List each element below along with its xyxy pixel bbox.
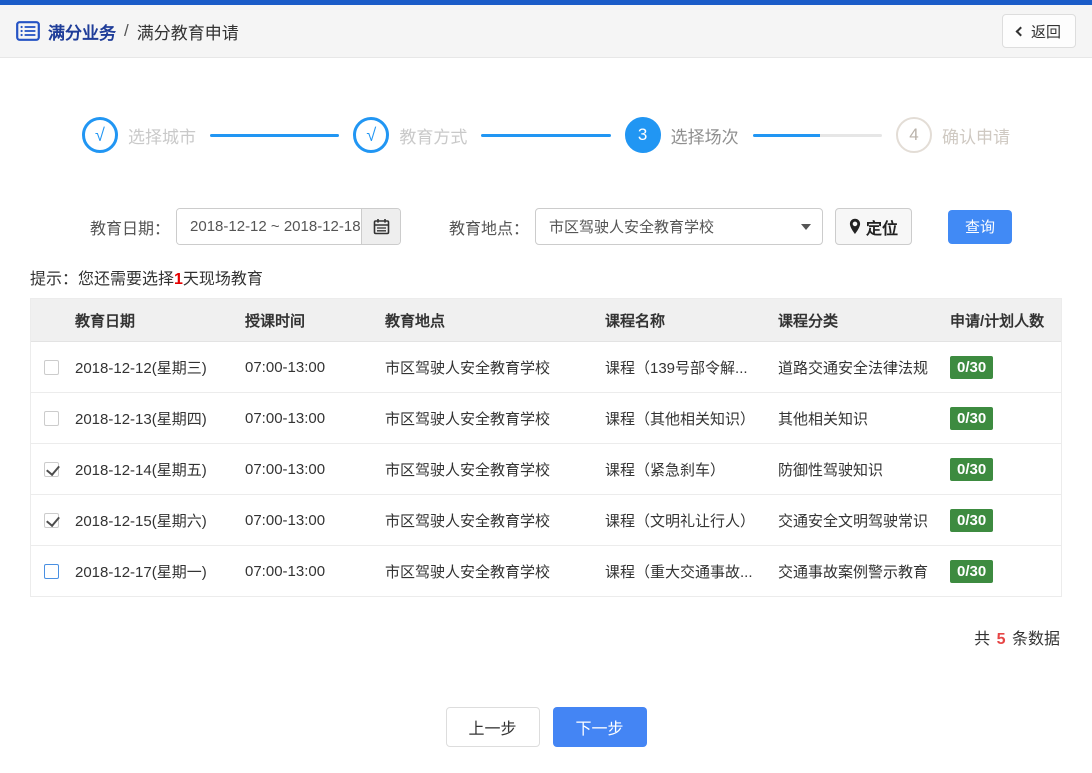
quota-badge: 0/30 <box>950 355 994 379</box>
cell-date: 2018-12-12(星期三) <box>75 359 207 377</box>
location-select[interactable]: 市区驾驶人安全教育学校 <box>535 208 824 245</box>
cell-category: 道路交通安全法律法规 <box>778 359 929 377</box>
next-step-button[interactable]: 下一步 <box>552 707 647 747</box>
breadcrumb: 满分业务 / 满分教育申请 <box>16 19 239 44</box>
step-circle: 4 <box>895 117 932 153</box>
quota-badge: 0/30 <box>950 457 994 481</box>
step-select-session: 3 选择场次 <box>624 117 739 153</box>
session-table: 教育日期 授课时间 教育地点 课程名称 课程分类 申请/计划人数 2018-12… <box>30 298 1062 597</box>
col-header-time: 授课时间 <box>245 312 306 330</box>
step-label: 选择场次 <box>670 127 739 147</box>
list-icon <box>16 21 40 41</box>
cell-place: 市区驾驶人安全教育学校 <box>385 359 551 377</box>
location-select-value[interactable]: 市区驾驶人安全教育学校 <box>535 208 824 245</box>
cell-time: 07:00-13:00 <box>245 409 326 427</box>
cell-category: 其他相关知识 <box>778 410 869 428</box>
chevron-down-icon <box>801 224 812 230</box>
locate-button[interactable]: 定位 <box>835 208 913 245</box>
quota-badge: 0/30 <box>950 406 994 430</box>
date-range-input[interactable] <box>177 209 362 244</box>
row-checkbox[interactable] <box>44 563 59 579</box>
table-header-row: 教育日期 授课时间 教育地点 课程名称 课程分类 申请/计划人数 <box>31 299 1061 342</box>
calendar-button[interactable] <box>361 209 401 244</box>
cell-time: 07:00-13:00 <box>245 511 326 529</box>
step-connector <box>481 133 611 137</box>
breadcrumb-separator: / <box>124 21 129 40</box>
cell-category: 交通事故案例警示教育 <box>778 563 929 581</box>
cell-date: 2018-12-13(星期四) <box>75 410 207 428</box>
locate-button-label: 定位 <box>866 220 899 238</box>
back-button[interactable]: 返回 <box>1001 14 1076 48</box>
cell-category: 防御性驾驶知识 <box>778 461 884 479</box>
page: 满分业务 / 满分教育申请 返回 √ 选择城市 √ 教育方式 3 选择场次 4 … <box>0 0 1092 773</box>
search-button[interactable]: 查询 <box>948 209 1013 244</box>
col-header-quota: 申请/计划人数 <box>950 312 1045 330</box>
row-checkbox[interactable] <box>44 461 59 477</box>
row-checkbox[interactable] <box>44 410 59 426</box>
wizard-footer: 上一步 下一步 <box>0 707 1092 747</box>
step-select-city: √ 选择城市 <box>82 117 196 153</box>
table-row: 2018-12-17(星期一) 07:00-13:00 市区驾驶人安全教育学校 … <box>31 546 1061 597</box>
col-header-category: 课程分类 <box>778 312 839 330</box>
cell-category: 交通安全文明驾驶常识 <box>778 512 929 530</box>
cell-course: 课程（其他相关知识） <box>605 410 756 428</box>
date-label: 教育日期： <box>90 220 171 238</box>
table-row: 2018-12-12(星期三) 07:00-13:00 市区驾驶人安全教育学校 … <box>31 342 1061 393</box>
record-count: 共 5 条数据 <box>974 631 1060 648</box>
cell-place: 市区驾驶人安全教育学校 <box>385 512 551 530</box>
step-label: 选择城市 <box>128 127 196 147</box>
step-label: 确认申请 <box>941 127 1010 147</box>
cell-time: 07:00-13:00 <box>245 460 326 478</box>
table-row: 2018-12-14(星期五) 07:00-13:00 市区驾驶人安全教育学校 … <box>31 444 1061 495</box>
row-checkbox[interactable] <box>44 512 59 528</box>
step-label: 教育方式 <box>399 127 468 147</box>
cell-place: 市区驾驶人安全教育学校 <box>385 563 551 581</box>
step-indicator: √ 选择城市 √ 教育方式 3 选择场次 4 确认申请 <box>82 116 1010 154</box>
date-range-group <box>176 208 402 245</box>
chevron-left-icon <box>1015 26 1026 36</box>
row-checkbox[interactable] <box>44 359 59 375</box>
quota-badge: 0/30 <box>950 559 994 583</box>
table-row: 2018-12-13(星期四) 07:00-13:00 市区驾驶人安全教育学校 … <box>31 393 1061 444</box>
quota-badge: 0/30 <box>950 508 994 532</box>
cell-course: 课程（文明礼让行人） <box>605 512 756 530</box>
cell-date: 2018-12-14(星期五) <box>75 461 207 479</box>
cell-place: 市区驾驶人安全教育学校 <box>385 410 551 428</box>
step-circle: √ <box>82 117 118 153</box>
step-circle: 3 <box>624 117 661 153</box>
step-connector <box>210 133 340 137</box>
calendar-icon <box>373 218 390 235</box>
back-button-label: 返回 <box>1030 23 1061 41</box>
previous-step-button[interactable]: 上一步 <box>445 707 540 747</box>
col-header-date: 教育日期 <box>75 312 136 330</box>
col-header-place: 教育地点 <box>385 312 446 330</box>
cell-date: 2018-12-15(星期六) <box>75 512 207 530</box>
breadcrumb-page: 满分教育申请 <box>136 23 239 43</box>
breadcrumb-section[interactable]: 满分业务 <box>48 19 116 44</box>
header-bar: 满分业务 / 满分教育申请 返回 <box>0 5 1092 58</box>
step-connector <box>752 133 882 137</box>
location-label: 教育地点： <box>449 220 530 238</box>
filter-bar: 教育日期： 教育地点： 市区驾驶人安全教育学校 <box>90 208 1092 245</box>
step-circle: √ <box>353 117 390 153</box>
cell-course: 课程（紧急刹车） <box>605 461 726 479</box>
cell-date: 2018-12-17(星期一) <box>75 563 207 581</box>
record-count-number: 5 <box>996 631 1006 648</box>
hint-text: 提示：您还需要选择1天现场教育 <box>30 271 263 288</box>
step-education-mode: √ 教育方式 <box>353 117 467 153</box>
step-confirm-application: 4 确认申请 <box>895 117 1010 153</box>
col-header-course: 课程名称 <box>605 312 666 330</box>
cell-time: 07:00-13:00 <box>245 562 326 580</box>
cell-course: 课程（139号部令解... <box>605 359 748 377</box>
hint-days-remaining: 1 <box>174 271 183 288</box>
cell-course: 课程（重大交通事故... <box>605 563 753 581</box>
map-pin-icon <box>849 218 861 235</box>
cell-place: 市区驾驶人安全教育学校 <box>385 461 551 479</box>
cell-time: 07:00-13:00 <box>245 358 326 376</box>
table-row: 2018-12-15(星期六) 07:00-13:00 市区驾驶人安全教育学校 … <box>31 495 1061 546</box>
